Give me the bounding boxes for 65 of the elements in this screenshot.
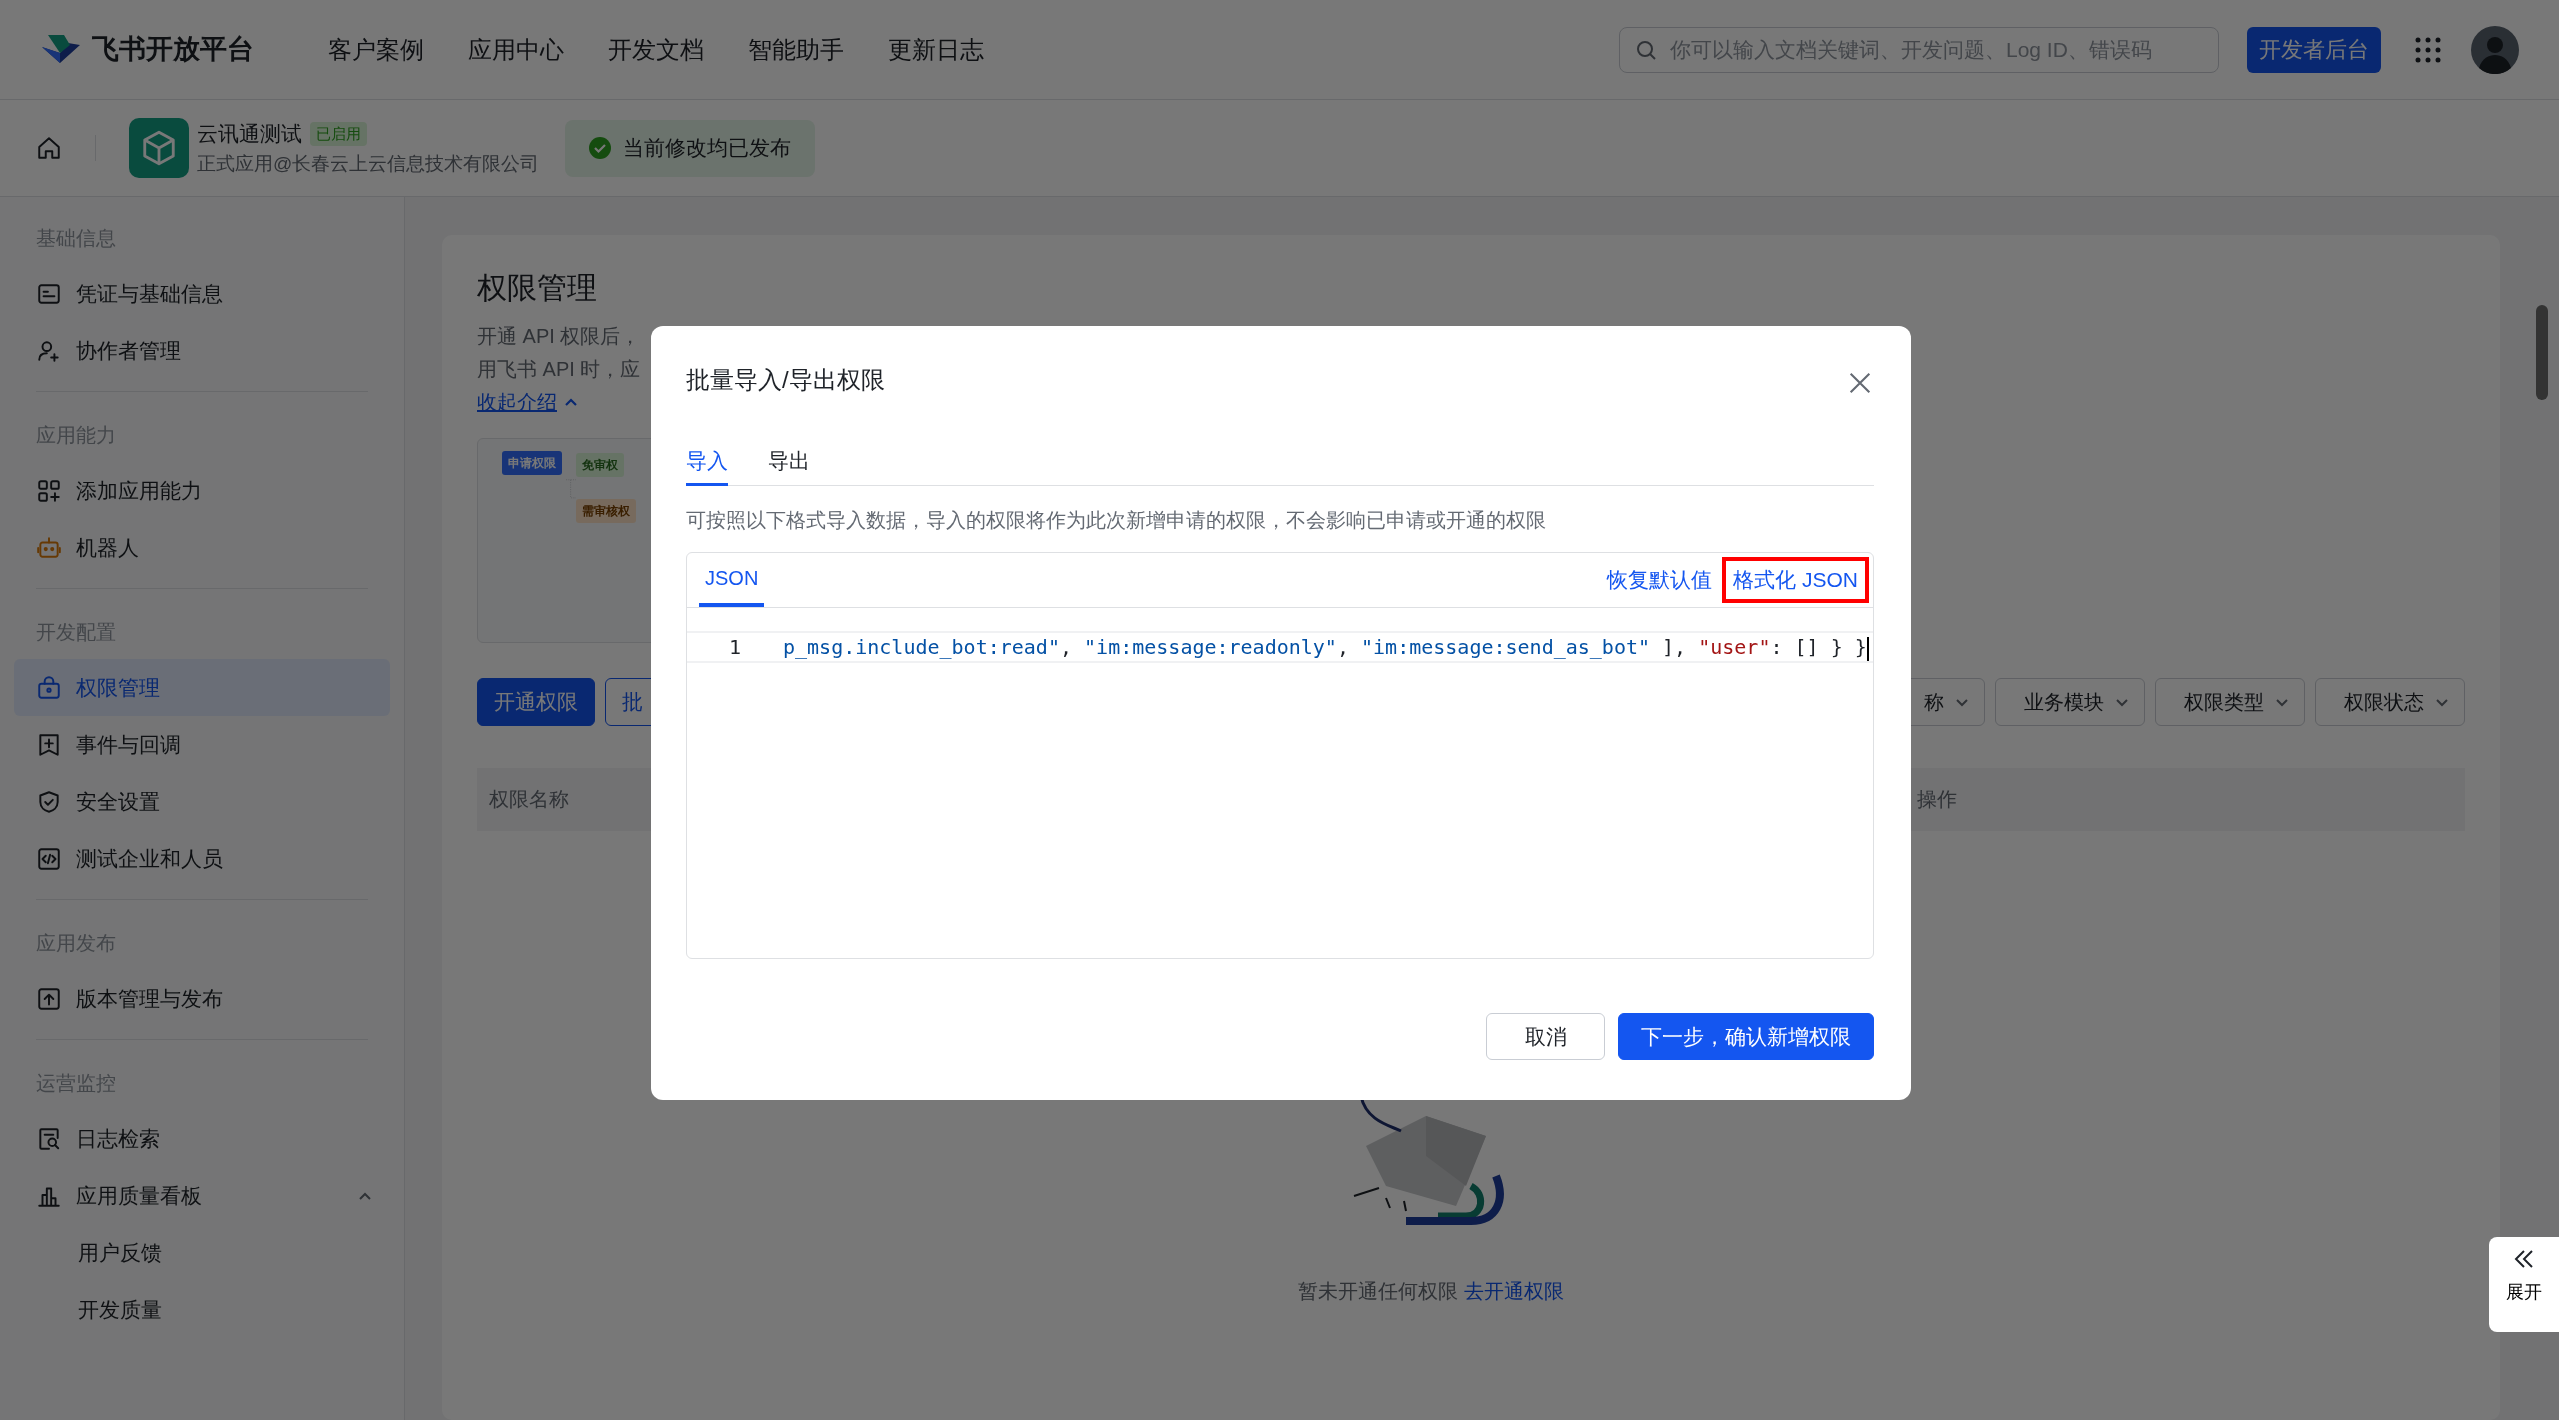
nav-link[interactable]: 智能助手 (748, 31, 844, 68)
shield-check-icon (36, 788, 62, 815)
sidebar-item[interactable]: 应用质量看板 (14, 1167, 390, 1224)
nav-link[interactable]: 更新日志 (888, 31, 984, 68)
home-icon[interactable] (36, 135, 62, 161)
diagram-node: 免审权 (576, 452, 624, 477)
sidebar-item[interactable]: 事件与回调 (14, 716, 390, 773)
instruction-text: 可按照以下格式导入数据，导入的权限将作为此次新增申请的权限，不会影响已申请或开通的权限 (686, 508, 1547, 533)
tab[interactable]: 导入 (686, 438, 728, 486)
upload-icon (36, 985, 62, 1012)
avatar[interactable] (2471, 25, 2519, 74)
status-text: 当前修改均已发布 (623, 135, 792, 162)
message-plus-icon (36, 731, 62, 758)
lock-icon (36, 674, 62, 701)
column-header: 操作 (1917, 787, 1958, 812)
app-name: 云讯通测试 (197, 121, 302, 147)
page-title: 权限管理 (477, 270, 598, 306)
document-search-icon (36, 1125, 62, 1152)
robot-icon (36, 534, 62, 561)
expand-tab[interactable]: 展开 (2489, 1237, 2559, 1332)
scrollbar-thumb[interactable] (2536, 305, 2548, 400)
sidebar-item[interactable]: 开发质量 (14, 1281, 390, 1338)
console-button[interactable]: 开发者后台 (2247, 26, 2381, 73)
sidebar-item[interactable]: 添加应用能力 (14, 462, 390, 519)
check-circle-icon (589, 137, 612, 159)
code-line: p_msg.include_bot:read", "im:message:readonly", "im:message:send_as_bot" ], "user": [] } } (783, 634, 1869, 662)
editor-tab[interactable]: JSON (699, 553, 765, 607)
app-icon (129, 118, 189, 178)
nav-link[interactable]: 客户案例 (328, 31, 424, 68)
sidebar-item[interactable]: 用户反馈 (14, 1224, 390, 1281)
diagram-node: 申请权限 (502, 450, 562, 475)
column-header: 权限名称 (488, 787, 570, 812)
confirm-button[interactable]: 下一步，确认新增权限 (1618, 1013, 1874, 1060)
editor-action-link[interactable]: 格式化 JSON (1722, 557, 1869, 603)
code-editor[interactable]: JSON 恢复默认值 格式化 JSON 1 p_msg.include_bot:read", "im:message:readonly", "im:message:send_as_bot" ], "user": [] } } (686, 552, 1874, 959)
cancel-button[interactable]: 取消 (1486, 1013, 1605, 1060)
app-organization: 正式应用@长春云上云信息技术有限公司 (197, 151, 540, 176)
filter-dropdown[interactable]: 权限状态 (2315, 677, 2465, 726)
description-text: 用飞书 API 时，应 (477, 357, 641, 382)
apps-grid-icon[interactable] (2415, 36, 2441, 63)
sidebar-item[interactable]: 安全设置 (14, 773, 390, 830)
sidebar-item[interactable]: 协作者管理 (14, 322, 390, 379)
logo-text[interactable]: 飞书开放平台 (92, 29, 254, 70)
line-number: 1 (727, 634, 742, 661)
grid-plus-icon (36, 477, 62, 504)
tab[interactable]: 导出 (768, 438, 810, 486)
sidebar-item[interactable]: 机器人 (14, 519, 390, 576)
sidebar-item[interactable]: 权限管理 (14, 659, 390, 716)
nav-link[interactable]: 开发文档 (608, 31, 704, 68)
empty-message: 暂未开通任何权限 去开通权限 (1298, 1278, 1564, 1304)
filter-dropdown[interactable]: 业务模块 (1995, 677, 2145, 726)
action-button[interactable]: 开通权限 (477, 677, 595, 726)
sidebar-item[interactable]: 版本管理与发布 (14, 970, 390, 1027)
sidebar-item[interactable]: 测试企业和人员 (14, 830, 390, 887)
nav-link[interactable]: 应用中心 (468, 31, 564, 68)
diagram-node: 需审核权 (576, 498, 636, 523)
status-tag: 已启用 (310, 121, 367, 146)
filter-dropdown[interactable]: 权限类型 (2155, 677, 2305, 726)
editor-action-link[interactable]: 恢复默认值 (1597, 557, 1723, 603)
description-text: 开通 API 权限后， (477, 324, 641, 349)
modal-title: 批量导入/导出权限 (686, 365, 885, 395)
sidebar-item[interactable]: 日志检索 (14, 1110, 390, 1167)
sidebar-item[interactable]: 凭证与基础信息 (14, 265, 390, 322)
open-permissions-link[interactable]: 去开通权限 (1463, 1279, 1564, 1302)
code-icon (36, 845, 62, 872)
